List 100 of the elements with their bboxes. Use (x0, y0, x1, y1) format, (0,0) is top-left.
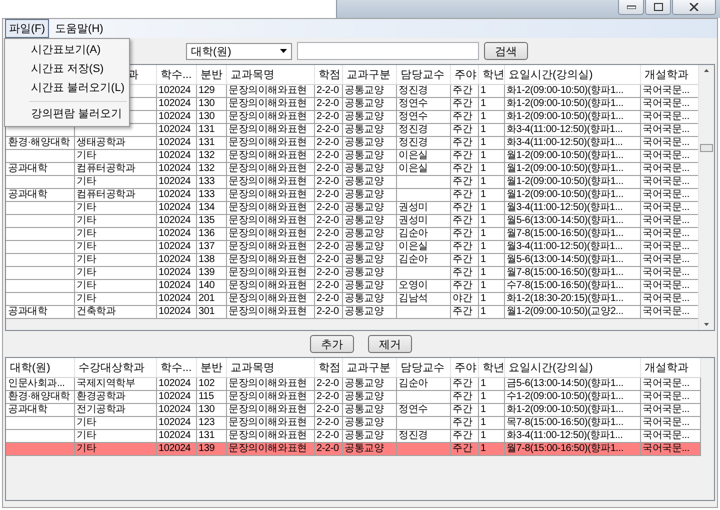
table-cell: 정연수 (396, 110, 450, 124)
remove-button[interactable]: 제거 (368, 335, 412, 353)
menu-item[interactable]: 시간표 불러오기(L) (5, 79, 129, 98)
column-header[interactable]: 학수... (156, 358, 196, 378)
table-cell: 기타 (74, 280, 156, 292)
table-cell: 문장의이해와표현 (226, 136, 314, 150)
table-cell: 국어국문... (640, 202, 698, 214)
search-button[interactable]: 검색 (484, 42, 528, 60)
close-button[interactable] (672, 0, 716, 15)
table-cell: 102024 (156, 136, 196, 150)
table-cell: 월1-2(09:00-10:50)(교양2... (504, 306, 640, 318)
table-cell: 공통교양 (342, 162, 396, 176)
column-header[interactable]: 담당교수 (396, 65, 450, 84)
column-header[interactable]: 학년 (478, 358, 504, 378)
table-cell: 이은실 (396, 162, 450, 176)
minimize-button[interactable] (618, 0, 644, 15)
table-cell: 공통교양 (342, 150, 396, 162)
table-cell: 국어국문... (640, 162, 698, 176)
column-header[interactable]: 분반 (196, 358, 226, 378)
column-header[interactable]: 수강대상학과 (74, 358, 156, 378)
table-cell: 김순아 (396, 378, 450, 390)
scroll-thumb[interactable] (700, 144, 713, 152)
table-cell: 정연수 (396, 404, 450, 416)
table-cell: 국어국문... (640, 442, 700, 456)
table-cell: 102024 (156, 442, 196, 456)
table-cell: 공통교양 (342, 306, 396, 318)
table-cell: 월5-6(13:00-14:50)(향파1... (504, 214, 640, 228)
column-header[interactable]: 학점 (314, 65, 342, 84)
table-cell: 국어국문... (640, 240, 698, 254)
table-cell: 금5-6(13:00-14:50)(향파1... (504, 378, 640, 390)
table-cell: 문장의이해와표현 (226, 228, 314, 240)
column-header[interactable]: 분반 (196, 65, 226, 84)
column-header[interactable]: 대학(원) (6, 358, 74, 378)
table-cell: 문장의이해와표현 (226, 280, 314, 292)
menu-item[interactable]: 시간표보기(A) (5, 41, 129, 60)
table-cell: 공통교양 (342, 254, 396, 266)
column-header[interactable]: 학년 (478, 65, 504, 84)
table-cell: 문장의이해와표현 (226, 292, 314, 306)
table-cell: 환경공학과 (74, 390, 156, 404)
add-button[interactable]: 추가 (310, 335, 354, 353)
table-cell: 정진경 (396, 430, 450, 442)
college-dropdown[interactable]: 대학(원) (186, 42, 292, 60)
table-cell: 건축학과 (74, 306, 156, 318)
column-header[interactable]: 학점 (314, 358, 342, 378)
table-cell: 김남석 (396, 292, 450, 306)
column-header[interactable]: 교과목명 (226, 358, 314, 378)
table-cell: 기타 (74, 202, 156, 214)
column-header[interactable]: 교과목명 (226, 65, 314, 84)
table-cell: 공통교양 (342, 98, 396, 110)
table-cell: 문장의이해와표현 (226, 202, 314, 214)
column-header[interactable]: 개설학과 (640, 65, 698, 84)
menu-item[interactable]: 파일(F) (5, 19, 50, 38)
menu-item[interactable]: 강의편람 불러오기 (5, 105, 129, 124)
table-cell: 정연수 (396, 98, 450, 110)
table-cell: 공통교양 (342, 202, 396, 214)
maximize-button[interactable] (645, 0, 671, 15)
table-cell: 문장의이해와표현 (226, 416, 314, 430)
column-header[interactable]: 주야 (450, 65, 478, 84)
column-header[interactable]: 주야 (450, 358, 478, 378)
table-cell: 기타 (74, 430, 156, 442)
table-cell: 화3-4(11:00-12:50)(향파1... (504, 430, 640, 442)
table-cell: 월7-8(15:00-16:50)(향파1... (504, 266, 640, 280)
table-cell: 월1-2(09:00-10:50)(향파1... (504, 176, 640, 188)
table-cell: 문장의이해와표현 (226, 390, 314, 404)
table-cell: 국어국문... (640, 378, 700, 390)
column-header[interactable]: 담당교수 (396, 358, 450, 378)
column-header[interactable]: 학수... (156, 65, 196, 84)
table-cell: 정진경 (396, 124, 450, 136)
table-cell: 공통교양 (342, 430, 396, 442)
column-header[interactable]: 요일시간(강의실) (504, 358, 640, 378)
table-cell: 인문사회과... (6, 378, 74, 390)
caret-icon (280, 49, 287, 53)
menu-item[interactable]: 도움말(H) (51, 19, 108, 38)
column-header[interactable]: 요일시간(강의실) (504, 65, 640, 84)
table-cell: 공과대학 (6, 188, 74, 202)
table-cell: 수1-2(09:00-10:50)(향파1... (504, 390, 640, 404)
table-cell: 이은실 (396, 150, 450, 162)
column-header[interactable]: 개설학과 (640, 358, 700, 378)
table-cell: 문장의이해와표현 (226, 150, 314, 162)
table-cell: 102024 (156, 98, 196, 110)
table-cell: 기타 (74, 254, 156, 266)
table-cell: 월1-2(09:00-10:50)(향파1... (504, 150, 640, 162)
table-cell: 공통교양 (342, 292, 396, 306)
menu-item[interactable]: 시간표 저장(S) (5, 60, 129, 79)
table-cell: 기타 (74, 176, 156, 188)
search-field[interactable] (297, 42, 479, 60)
table-cell: 수7-8(15:00-16:50)(향파1... (504, 280, 640, 292)
table-cell: 공통교양 (342, 110, 396, 124)
maximize-icon (654, 3, 662, 11)
table-cell: 전기공학과 (74, 404, 156, 416)
table-cell: 화3-4(11:00-12:50)(향파1... (504, 124, 640, 136)
column-header[interactable]: 교과구분 (342, 358, 396, 378)
table-cell: 공과대학 (6, 306, 74, 318)
table-cell: 102024 (156, 280, 196, 292)
table-cell: 102024 (156, 202, 196, 214)
column-header[interactable]: 교과구분 (342, 65, 396, 84)
scrollbar[interactable] (698, 65, 714, 330)
table-cell: 공통교양 (342, 390, 396, 404)
table-cell: 국어국문... (640, 280, 698, 292)
table-cell: 김순아 (396, 228, 450, 240)
